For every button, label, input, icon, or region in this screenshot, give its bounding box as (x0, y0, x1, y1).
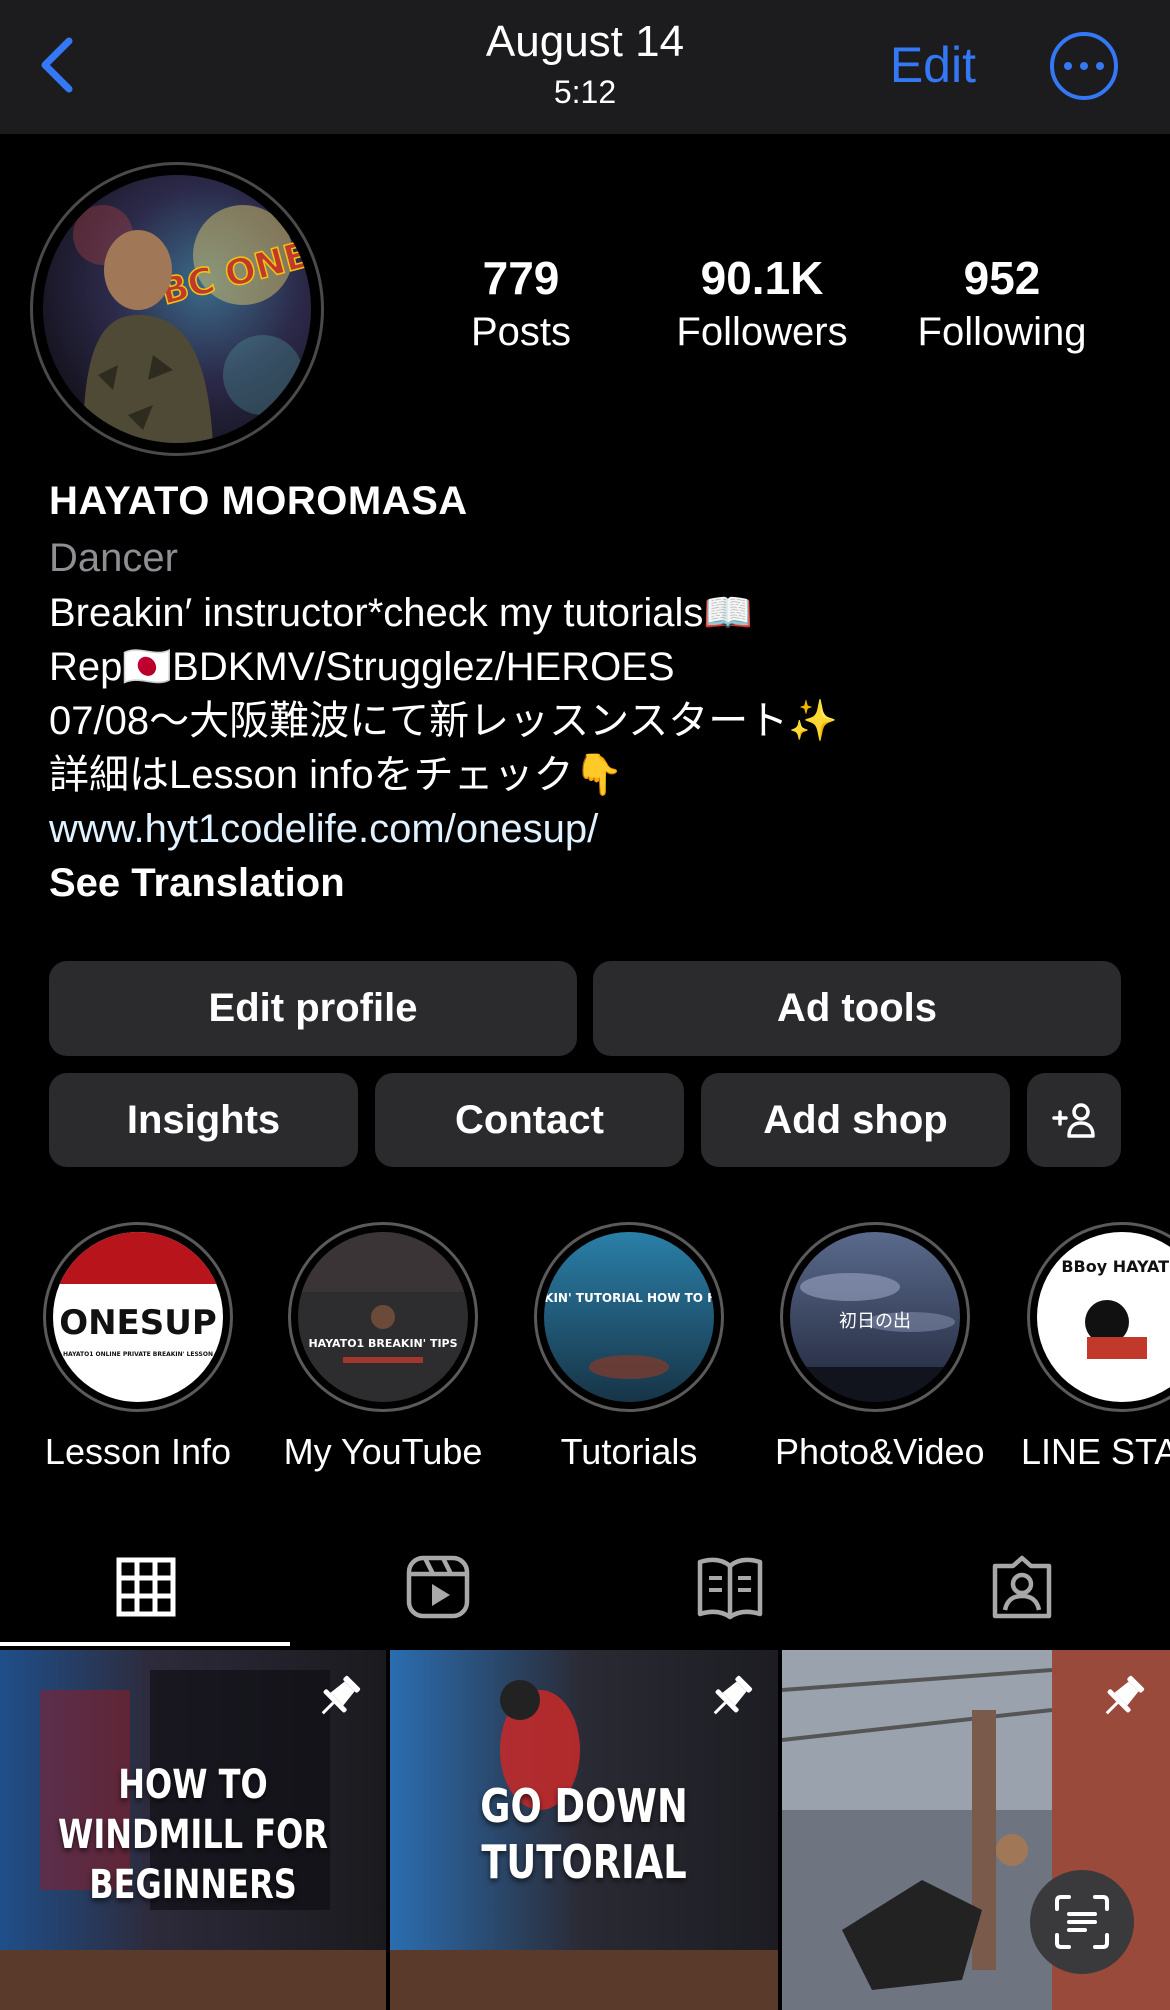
highlight-label: My YouTube (283, 1431, 483, 1472)
posts-label: Posts (470, 310, 572, 354)
bio-line: 詳細はLesson infoをチェック👇 (49, 753, 624, 797)
contact-button[interactable]: Contact (375, 1073, 684, 1167)
highlight-label: Tutorials (560, 1431, 698, 1472)
highlight-tutorials[interactable]: BREAKIN' TUTORIAL HOW TO FLARE Tutorials (529, 1222, 729, 1474)
top-bar: August 14 5:12 Edit (0, 0, 1170, 134)
highlight-cover: ONESUP HAYATO1 ONLINE PRIVATE BREAKIN' L… (53, 1232, 223, 1402)
post-title: HOW TO WINDMILL FOR BEGINNERS (58, 1762, 328, 1908)
svg-text:HAYATO1 ONLINE PRIVATE BREAKIN: HAYATO1 ONLINE PRIVATE BREAKIN' LESSON (63, 1351, 213, 1358)
ad-tools-button[interactable]: Ad tools (593, 961, 1121, 1056)
avatar: BC ONE (43, 175, 311, 443)
highlight-label: Lesson Info (44, 1431, 232, 1472)
highlight-cover: HAYATO1 BREAKIN' TIPS (298, 1232, 468, 1402)
highlight-cover: BREAKIN' TUTORIAL HOW TO FLARE (544, 1232, 714, 1402)
edit-button[interactable]: Edit (890, 36, 976, 94)
pin-icon (321, 1675, 361, 1715)
see-translation-link[interactable]: See Translation (49, 856, 1129, 910)
posts-count[interactable]: 779 Posts (401, 250, 641, 358)
add-person-icon (1052, 1103, 1095, 1138)
svg-text:初日の出: 初日の出 (839, 1311, 911, 1332)
followers-label: Followers (676, 310, 848, 354)
svg-text:BBoy HAYATO: BBoy HAYATO (1061, 1257, 1170, 1276)
following-count[interactable]: 952 Following (882, 250, 1122, 358)
post-title: GO DOWN TUTORIAL (480, 1779, 688, 1889)
tab-guides[interactable] (584, 1528, 876, 1646)
svg-text:HAYATO1 BREAKIN' TIPS: HAYATO1 BREAKIN' TIPS (308, 1337, 457, 1350)
guides-icon (697, 1557, 763, 1620)
highlight-cover: 初日の出 (790, 1232, 960, 1402)
edit-profile-button[interactable]: Edit profile (49, 961, 577, 1056)
scan-text-icon (1055, 1895, 1109, 1949)
bio-line: 07/08〜大阪難波にて新レッスンスタート✨ (49, 699, 839, 743)
header-title: August 14 5:12 (0, 14, 1170, 112)
pin-icon (713, 1675, 753, 1715)
back-button[interactable] (22, 30, 92, 100)
profile-bio: HAYATO MOROMASA Dancer Breakin′ instruct… (49, 476, 1129, 910)
highlight-lesson-info[interactable]: ONESUP HAYATO1 ONLINE PRIVATE BREAKIN' L… (38, 1222, 238, 1474)
highlight-label: LINE STA (1021, 1431, 1170, 1472)
profile-tabs (0, 1528, 1170, 1646)
highlight-cover: BBoy HAYATO (1037, 1232, 1170, 1402)
tagged-icon (992, 1555, 1052, 1619)
more-ellipsis-icon (1064, 62, 1072, 70)
tab-reels[interactable] (292, 1528, 584, 1646)
discover-people-button[interactable] (1027, 1073, 1121, 1167)
highlight-line-stamps[interactable]: BBoy HAYATO LINE STA (1021, 1222, 1170, 1474)
tab-tagged[interactable] (876, 1528, 1168, 1646)
bio-line: Rep🇯🇵BDKMV/Strugglez/HEROES (49, 645, 675, 689)
bio-website-link[interactable]: www.hyt1codelife.com/onesup/ (49, 802, 1129, 856)
post-tile[interactable]: GO DOWN TUTORIAL (390, 1650, 778, 2010)
add-shop-button[interactable]: Add shop (701, 1073, 1010, 1167)
active-tab-indicator (0, 1642, 290, 1646)
profile-name: HAYATO MOROMASA (49, 479, 468, 523)
tab-grid[interactable] (0, 1528, 292, 1646)
post-tile[interactable]: HOW TO WINDMILL FOR BEGINNERS (0, 1650, 386, 2010)
following-value: 952 (963, 252, 1041, 304)
more-button[interactable] (1050, 32, 1118, 100)
live-text-button[interactable] (1030, 1870, 1134, 1974)
followers-count[interactable]: 90.1K Followers (642, 250, 882, 358)
highlight-photo-video[interactable]: 初日の出 Photo&Video (775, 1222, 985, 1474)
following-label: Following (917, 310, 1087, 354)
profile-category: Dancer (49, 536, 178, 580)
bio-line: Breakin′ instructor*check my tutorials📖 (49, 591, 754, 635)
grid-icon (116, 1557, 176, 1617)
insights-button[interactable]: Insights (49, 1073, 358, 1167)
svg-text:BREAKIN' TUTORIAL HOW TO FLARE: BREAKIN' TUTORIAL HOW TO FLARE (544, 1291, 714, 1305)
posts-value: 779 (482, 252, 560, 304)
highlight-my-youtube[interactable]: HAYATO1 BREAKIN' TIPS My YouTube (283, 1222, 483, 1474)
followers-value: 90.1K (700, 252, 824, 304)
highlight-label: Photo&Video (775, 1431, 985, 1472)
chevron-left-icon (41, 37, 73, 93)
svg-text:ONESUP: ONESUP (59, 1303, 217, 1343)
reels-icon (406, 1555, 470, 1619)
header-date: August 14 (485, 17, 685, 66)
header-time: 5:12 (553, 74, 617, 110)
pin-icon (1105, 1675, 1145, 1715)
profile-avatar-ring[interactable]: BC ONE (30, 162, 324, 456)
